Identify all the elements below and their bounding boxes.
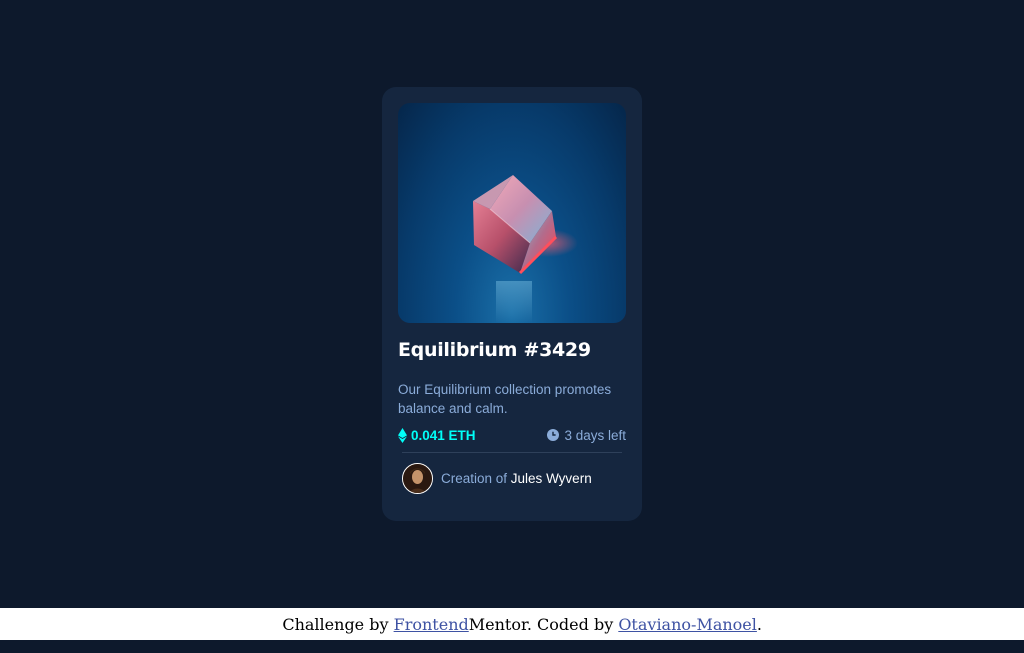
author-link[interactable]: Otaviano-Manoel bbox=[618, 615, 757, 634]
nft-description: Our Equilibrium collection promotes bala… bbox=[398, 382, 612, 416]
avatar bbox=[402, 462, 433, 494]
price-info: 0.041 ETH bbox=[398, 426, 476, 444]
nft-title[interactable]: Equilibrium #3429 bbox=[398, 339, 591, 361]
creator-prefix: Creation of bbox=[441, 470, 511, 486]
frontend-mentor-link[interactable]: Frontend bbox=[394, 615, 469, 634]
footer-prefix: Challenge by bbox=[282, 614, 394, 634]
creator-row: Creation of Jules Wyvern bbox=[402, 461, 592, 495]
price-value: 0.041 ETH bbox=[411, 427, 476, 443]
page-background: Equilibrium #3429 Our Equilibrium collec… bbox=[0, 0, 1024, 608]
nft-image[interactable] bbox=[398, 103, 626, 323]
nft-card: Equilibrium #3429 Our Equilibrium collec… bbox=[382, 87, 642, 521]
attribution-footer: Challenge by FrontendMentor. Coded by Ot… bbox=[0, 608, 1024, 640]
time-info: 3 days left bbox=[547, 426, 626, 444]
avatar-portrait bbox=[403, 463, 432, 493]
creator-name-link[interactable]: Jules Wyvern bbox=[511, 471, 592, 486]
cube-illustration bbox=[473, 175, 578, 323]
clock-icon bbox=[547, 429, 560, 441]
ethereum-icon bbox=[398, 427, 407, 443]
footer-middle: Mentor. Coded by bbox=[468, 614, 619, 634]
divider bbox=[402, 452, 622, 453]
time-left: 3 days left bbox=[564, 427, 626, 443]
footer-suffix: . bbox=[756, 614, 762, 634]
